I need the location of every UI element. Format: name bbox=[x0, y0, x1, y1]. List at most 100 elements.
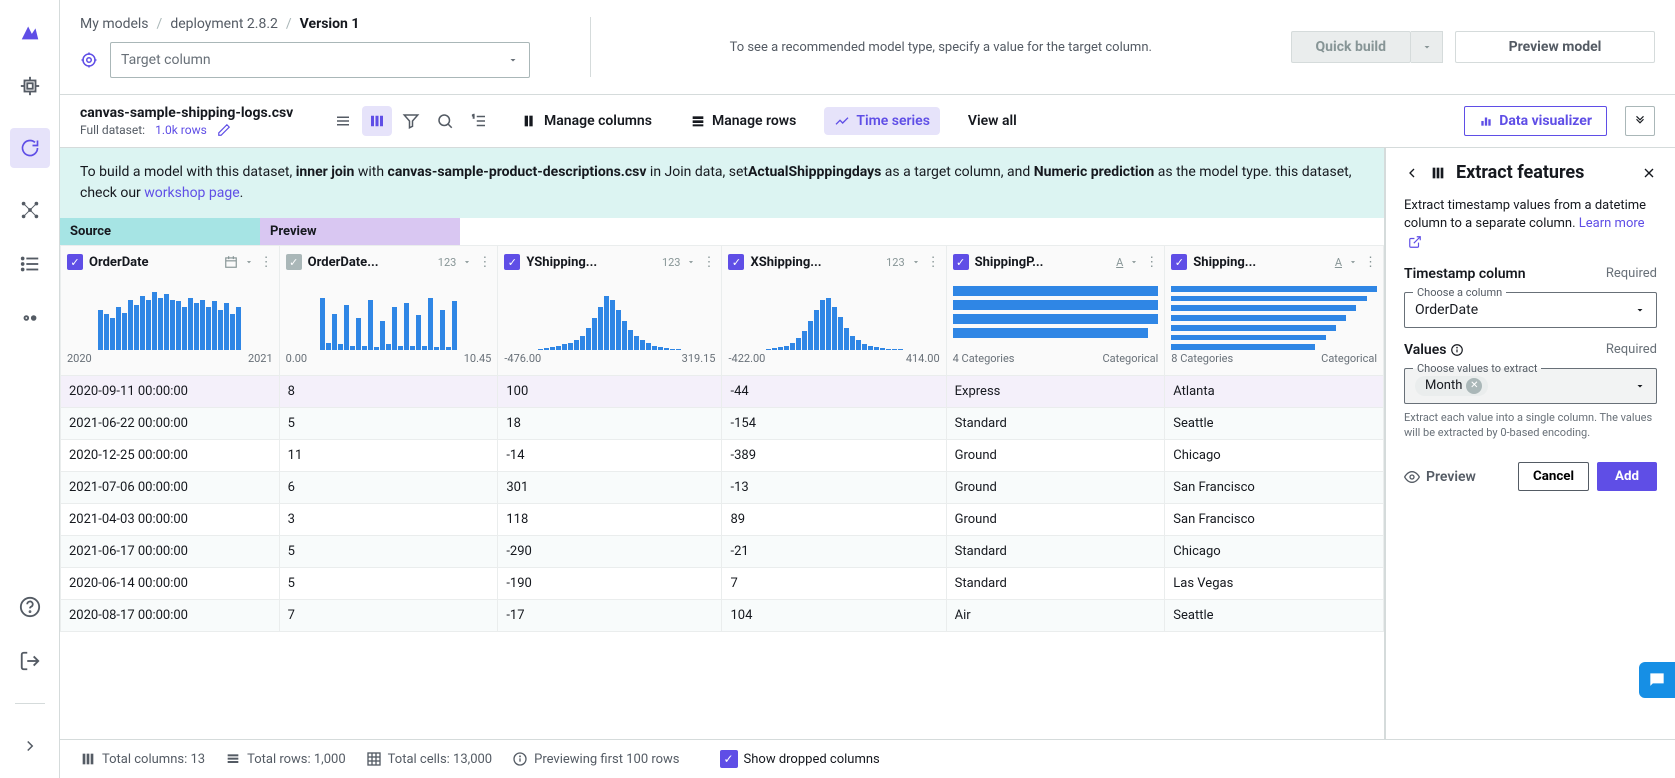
chevron-down-icon[interactable] bbox=[1348, 257, 1358, 267]
chip-remove-icon[interactable]: ✕ bbox=[1466, 378, 1482, 394]
breadcrumb-a[interactable]: My models bbox=[80, 16, 149, 32]
breadcrumb-b[interactable]: deployment 2.8.2 bbox=[170, 16, 278, 32]
column-checkbox[interactable]: ✓ bbox=[286, 254, 302, 270]
table-cell: Chicago bbox=[1165, 536, 1384, 568]
table-cell: -154 bbox=[722, 408, 946, 440]
table-cell: 104 bbox=[722, 600, 946, 632]
chip-icon[interactable] bbox=[18, 74, 42, 98]
status-preview: Previewing first 100 rows bbox=[512, 751, 679, 767]
column-type[interactable]: 123 bbox=[438, 256, 457, 269]
column-checkbox[interactable]: ✓ bbox=[953, 254, 969, 270]
table-cell: 7 bbox=[722, 568, 946, 600]
table-row[interactable]: 2020-08-17 00:00:007-17104AirSeattle bbox=[61, 600, 1384, 632]
table-cell: 2020-08-17 00:00:00 bbox=[61, 600, 280, 632]
table-cell: Air bbox=[946, 600, 1165, 632]
workshop-link[interactable]: workshop page bbox=[144, 185, 239, 201]
help-icon[interactable] bbox=[18, 595, 42, 619]
manage-columns-button[interactable]: Manage columns bbox=[512, 107, 662, 135]
table-row[interactable]: 2021-04-03 00:00:00311889GroundSan Franc… bbox=[61, 504, 1384, 536]
data-visualizer-button[interactable]: Data visualizer bbox=[1464, 106, 1607, 136]
data-grid: To build a model with this dataset, inne… bbox=[60, 148, 1385, 739]
timestamp-column-select[interactable]: Choose a column OrderDate bbox=[1404, 292, 1657, 328]
target-column-select[interactable]: Target column bbox=[110, 42, 530, 78]
table-cell: Chicago bbox=[1165, 440, 1384, 472]
show-dropped-checkbox[interactable]: ✓ Show dropped columns bbox=[720, 750, 880, 768]
time-series-button[interactable]: Time series bbox=[824, 107, 940, 135]
panel-desc: Extract timestamp values from a datetime… bbox=[1404, 197, 1657, 252]
dataset-name: canvas-sample-shipping-logs.csv bbox=[80, 105, 310, 121]
status-columns: Total columns: 13 bbox=[80, 751, 205, 767]
column-checkbox[interactable]: ✓ bbox=[1171, 254, 1187, 270]
table-row[interactable]: 2021-07-06 00:00:006301-13GroundSan Fran… bbox=[61, 472, 1384, 504]
table-cell: -17 bbox=[498, 600, 722, 632]
values-select[interactable]: Choose values to extract Month✕ bbox=[1404, 368, 1657, 404]
refresh-icon[interactable] bbox=[10, 128, 50, 168]
table-row[interactable]: 2020-12-25 00:00:0011-14-389GroundChicag… bbox=[61, 440, 1384, 472]
column-menu-icon[interactable]: ⋮ bbox=[1145, 255, 1158, 270]
table-cell: 100 bbox=[498, 376, 722, 408]
table-cell: 301 bbox=[498, 472, 722, 504]
table-cell: 2021-07-06 00:00:00 bbox=[61, 472, 280, 504]
column-menu-icon[interactable]: ⋮ bbox=[702, 255, 715, 270]
toolbar-more-button[interactable] bbox=[1625, 106, 1655, 136]
column-checkbox[interactable]: ✓ bbox=[504, 254, 520, 270]
edit-icon[interactable] bbox=[217, 123, 231, 137]
dots-icon[interactable] bbox=[18, 306, 42, 330]
chevron-down-icon[interactable] bbox=[686, 257, 696, 267]
column-checkbox[interactable]: ✓ bbox=[67, 254, 83, 270]
column-checkbox[interactable]: ✓ bbox=[728, 254, 744, 270]
header-message: To see a recommended model type, specify… bbox=[611, 40, 1271, 55]
search-icon[interactable] bbox=[430, 106, 460, 136]
table-cell: Standard bbox=[946, 408, 1165, 440]
month-chip[interactable]: Month✕ bbox=[1415, 376, 1488, 396]
learn-more-link[interactable]: Learn more bbox=[1579, 216, 1645, 231]
table-row[interactable]: 2020-09-11 00:00:008100-44ExpressAtlanta bbox=[61, 376, 1384, 408]
table-cell: 118 bbox=[498, 504, 722, 536]
chevron-down-icon[interactable] bbox=[1129, 257, 1139, 267]
expand-icon[interactable] bbox=[18, 734, 42, 758]
column-type[interactable]: 123 bbox=[662, 256, 681, 269]
info-icon[interactable] bbox=[1450, 343, 1464, 357]
column-menu-icon[interactable]: ⋮ bbox=[260, 255, 273, 270]
column-name: Shipping... bbox=[1193, 255, 1329, 270]
preview-button[interactable]: Preview bbox=[1404, 469, 1476, 485]
close-icon[interactable] bbox=[1641, 165, 1657, 181]
column-menu-icon[interactable]: ⋮ bbox=[478, 255, 491, 270]
table-cell: 8 bbox=[279, 376, 498, 408]
column-type[interactable]: A bbox=[1116, 256, 1123, 269]
preview-model-button[interactable]: Preview model bbox=[1455, 31, 1655, 63]
chevron-down-icon[interactable] bbox=[244, 257, 254, 267]
chevron-down-icon[interactable] bbox=[911, 257, 921, 267]
view-all-button[interactable]: View all bbox=[958, 107, 1027, 135]
column-header: ✓YShipping...123⋮-476.00319.15 bbox=[498, 246, 722, 376]
list-view-icon[interactable] bbox=[328, 106, 358, 136]
status-cells: Total cells: 13,000 bbox=[366, 751, 492, 767]
grid-view-icon[interactable] bbox=[362, 106, 392, 136]
filter-icon[interactable] bbox=[396, 106, 426, 136]
list-icon[interactable] bbox=[18, 252, 42, 276]
cancel-button[interactable]: Cancel bbox=[1518, 462, 1589, 491]
column-menu-icon[interactable]: ⋮ bbox=[1364, 255, 1377, 270]
table-cell: 89 bbox=[722, 504, 946, 536]
dataset-rows-link[interactable]: 1.0k rows bbox=[155, 123, 207, 137]
column-menu-icon[interactable]: ⋮ bbox=[927, 255, 940, 270]
manage-rows-button[interactable]: Manage rows bbox=[680, 107, 806, 135]
table-cell: 2021-04-03 00:00:00 bbox=[61, 504, 280, 536]
source-badge: Source bbox=[60, 218, 260, 245]
table-row[interactable]: 2020-06-14 00:00:005-1907StandardLas Veg… bbox=[61, 568, 1384, 600]
column-type[interactable]: 123 bbox=[886, 256, 905, 269]
chat-icon[interactable] bbox=[1639, 662, 1675, 698]
column-type[interactable] bbox=[224, 255, 238, 269]
numbered-list-icon[interactable]: 1 bbox=[464, 106, 494, 136]
network-icon[interactable] bbox=[18, 198, 42, 222]
table-cell: -44 bbox=[722, 376, 946, 408]
add-button[interactable]: Add bbox=[1597, 462, 1657, 491]
table-cell: San Francisco bbox=[1165, 504, 1384, 536]
table-row[interactable]: 2021-06-22 00:00:00518-154StandardSeattl… bbox=[61, 408, 1384, 440]
logout-icon[interactable] bbox=[18, 649, 42, 673]
chevron-down-icon[interactable] bbox=[462, 257, 472, 267]
column-type[interactable]: A bbox=[1335, 256, 1342, 269]
logo-icon[interactable] bbox=[18, 20, 42, 44]
back-icon[interactable] bbox=[1404, 165, 1420, 181]
table-row[interactable]: 2021-06-17 00:00:005-290-21StandardChica… bbox=[61, 536, 1384, 568]
